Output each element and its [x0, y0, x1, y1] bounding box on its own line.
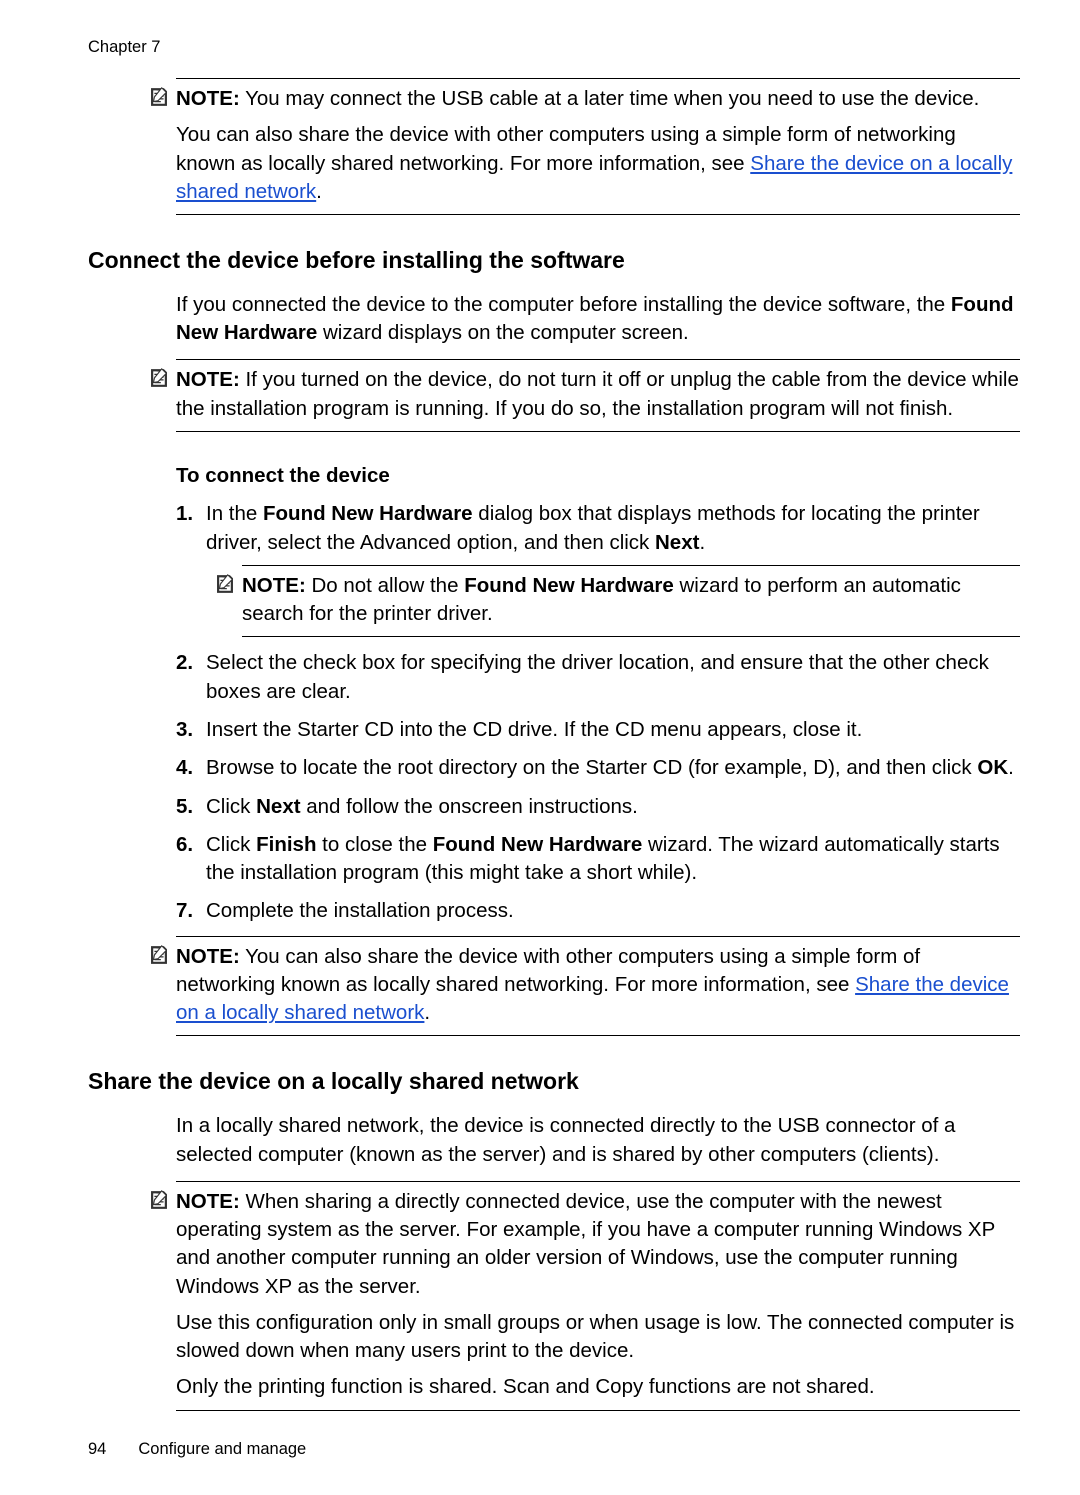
step-1: 1. In the Found New Hardware dialog box …: [176, 500, 1020, 639]
b: Next: [256, 795, 300, 818]
note-block-2: NOTE: If you turned on the device, do no…: [176, 359, 1020, 432]
t: .: [1008, 756, 1014, 779]
b: OK: [977, 756, 1008, 779]
page-number: 94: [88, 1440, 106, 1458]
step1-note-text: NOTE: Do not allow the Found New Hardwar…: [242, 572, 1020, 629]
section-b-intro: In a locally shared network, the device …: [176, 1112, 1020, 1169]
b: Found New Hardware: [433, 833, 643, 856]
step-4: 4.Browse to locate the root directory on…: [176, 754, 1020, 782]
step-number: 2.: [176, 649, 206, 706]
t: Browse to locate the root directory on t…: [206, 756, 977, 779]
b: Finish: [256, 833, 316, 856]
t: .: [699, 531, 705, 554]
t: and follow the onscreen instructions.: [301, 795, 638, 818]
step-6-text: Click Finish to close the Found New Hard…: [206, 831, 1020, 888]
note-block-1: NOTE: You may connect the USB cable at a…: [176, 78, 1020, 215]
note-icon: [148, 1189, 170, 1211]
step-number: 5.: [176, 793, 206, 821]
note-label: NOTE:: [176, 368, 240, 391]
step-2: 2.Select the check box for specifying th…: [176, 649, 1020, 706]
note-block-4: NOTE: When sharing a directly connected …: [176, 1181, 1020, 1411]
step-5: 5.Click Next and follow the onscreen ins…: [176, 793, 1020, 821]
step-number: 4.: [176, 754, 206, 782]
note-icon: [148, 944, 170, 966]
note-icon: [148, 86, 170, 108]
step-7: 7.Complete the installation process.: [176, 897, 1020, 925]
intro-c: wizard displays on the computer screen.: [317, 321, 688, 344]
b: Found New Hardware: [464, 574, 674, 597]
note-icon: [214, 573, 236, 595]
t: to close the: [316, 833, 432, 856]
intro-a: If you connected the device to the compu…: [176, 293, 951, 316]
heading-connect-device: Connect the device before installing the…: [88, 245, 1020, 277]
note-4-para-2: Use this configuration only in small gro…: [176, 1309, 1020, 1366]
heading-share-device: Share the device on a locally shared net…: [88, 1066, 1020, 1098]
page-footer: 94 Configure and manage: [88, 1438, 306, 1461]
step-number: 6.: [176, 831, 206, 888]
note-label: NOTE:: [242, 574, 306, 597]
b: Found New Hardware: [263, 502, 473, 525]
step-7-text: Complete the installation process.: [206, 897, 1020, 925]
note-label: NOTE:: [176, 1190, 240, 1213]
t: Click: [206, 833, 256, 856]
note-1-para-1: NOTE: You may connect the USB cable at a…: [176, 85, 1020, 113]
chapter-header: Chapter 7: [88, 36, 160, 59]
note-1-para-2: You can also share the device with other…: [176, 121, 1020, 206]
step-2-text: Select the check box for specifying the …: [206, 649, 1020, 706]
note-block-3: NOTE: You can also share the device with…: [176, 936, 1020, 1037]
t: You can also share the device with other…: [176, 945, 920, 996]
t: Click: [206, 795, 256, 818]
step-3-text: Insert the Starter CD into the CD drive.…: [206, 716, 1020, 744]
note-block-step1: NOTE: Do not allow the Found New Hardwar…: [242, 565, 1020, 638]
step-number: 3.: [176, 716, 206, 744]
step-number: 1.: [176, 500, 206, 639]
note-3-para: NOTE: You can also share the device with…: [176, 943, 1020, 1028]
section-a-intro: If you connected the device to the compu…: [176, 291, 1020, 348]
procedure-heading: To connect the device: [176, 462, 1020, 490]
step-6: 6.Click Finish to close the Found New Ha…: [176, 831, 1020, 888]
step-5-text: Click Next and follow the onscreen instr…: [206, 793, 1020, 821]
b: Next: [655, 531, 699, 554]
step-4-text: Browse to locate the root directory on t…: [206, 754, 1020, 782]
note-icon: [148, 367, 170, 389]
footer-section: Configure and manage: [138, 1440, 306, 1458]
steps-list: 1. In the Found New Hardware dialog box …: [176, 500, 1020, 925]
step-1-text: In the Found New Hardware dialog box tha…: [206, 500, 1020, 557]
note-4-para-3: Only the printing function is shared. Sc…: [176, 1373, 1020, 1401]
note-4-para-1: NOTE: When sharing a directly connected …: [176, 1188, 1020, 1301]
t: Do not allow the: [306, 574, 464, 597]
t: When sharing a directly connected device…: [176, 1190, 995, 1298]
step-3: 3.Insert the Starter CD into the CD driv…: [176, 716, 1020, 744]
step-number: 7.: [176, 897, 206, 925]
t: In the: [206, 502, 263, 525]
t: .: [424, 1001, 430, 1024]
note-2-para: NOTE: If you turned on the device, do no…: [176, 366, 1020, 423]
note-1-text-1: You may connect the USB cable at a later…: [240, 87, 980, 110]
note-1-text-2c: .: [316, 180, 322, 203]
note-label: NOTE:: [176, 945, 240, 968]
note-2-text: If you turned on the device, do not turn…: [176, 368, 1019, 419]
note-label: NOTE:: [176, 87, 240, 110]
